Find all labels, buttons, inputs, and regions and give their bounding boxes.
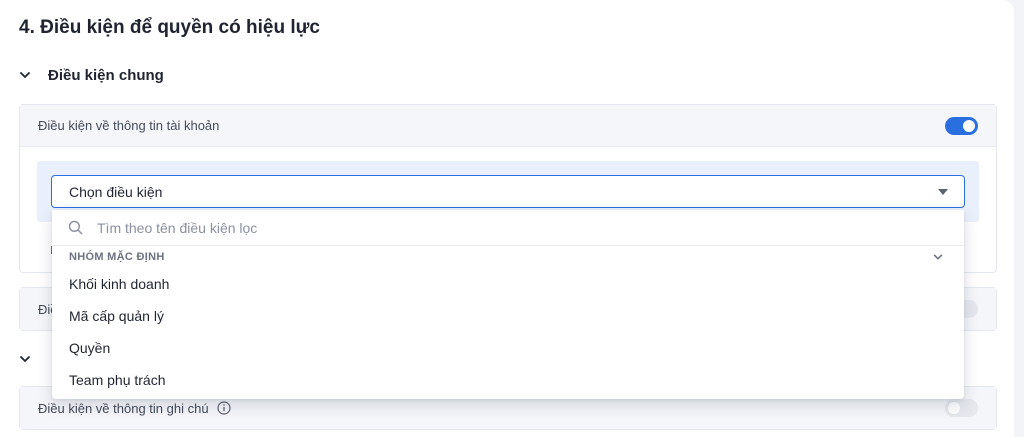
account-condition-toggle[interactable] [945,116,978,135]
account-condition-label: Điều kiện về thông tin tài khoản [38,118,220,133]
dropdown-option-quyen[interactable]: Quyền [52,332,964,364]
chevron-down-icon [933,254,943,260]
toggle-knob [948,402,960,414]
general-group-header[interactable]: Điều kiện chung [18,64,164,86]
toggle-knob [963,119,975,132]
notes-condition-toggle[interactable] [945,399,978,417]
condition-select[interactable]: Chọn điều kiện [51,175,965,208]
caret-down-icon [938,188,948,195]
default-group-row[interactable]: NHÓM MẶC ĐỊNH [52,246,964,268]
dropdown-option-ma-cap-quan-ly[interactable]: Mã cấp quản lý [52,300,964,332]
notes-condition-label-wrap: Điều kiện về thông tin ghi chú [38,401,231,416]
account-condition-header: Điều kiện về thông tin tài khoản [20,105,996,147]
dropdown-option-team-phu-trach[interactable]: Team phụ trách [52,364,964,396]
chevron-down-icon [20,72,30,78]
search-icon [68,220,83,235]
conditions-card: 4. Điều kiện để quyền có hiệu lực Điều k… [0,0,1014,437]
general-group-title: Điều kiện chung [48,66,164,84]
condition-select-value: Chọn điều kiện [69,183,163,200]
chevron-down-icon [20,356,30,362]
info-icon[interactable] [216,401,231,415]
section-title: 4. Điều kiện để quyền có hiệu lực [19,17,320,38]
notes-condition-label: Điều kiện về thông tin ghi chú [38,400,209,416]
dropdown-search-input[interactable] [97,219,897,236]
second-group-header[interactable] [18,348,48,370]
dropdown-option-khoi-kinh-doanh[interactable]: Khối kinh doanh [52,268,964,300]
default-group-label: NHÓM MẶC ĐỊNH [69,251,165,263]
dropdown-search-row [52,210,964,246]
condition-dropdown: NHÓM MẶC ĐỊNH Khối kinh doanh Mã cấp quả… [52,210,964,399]
